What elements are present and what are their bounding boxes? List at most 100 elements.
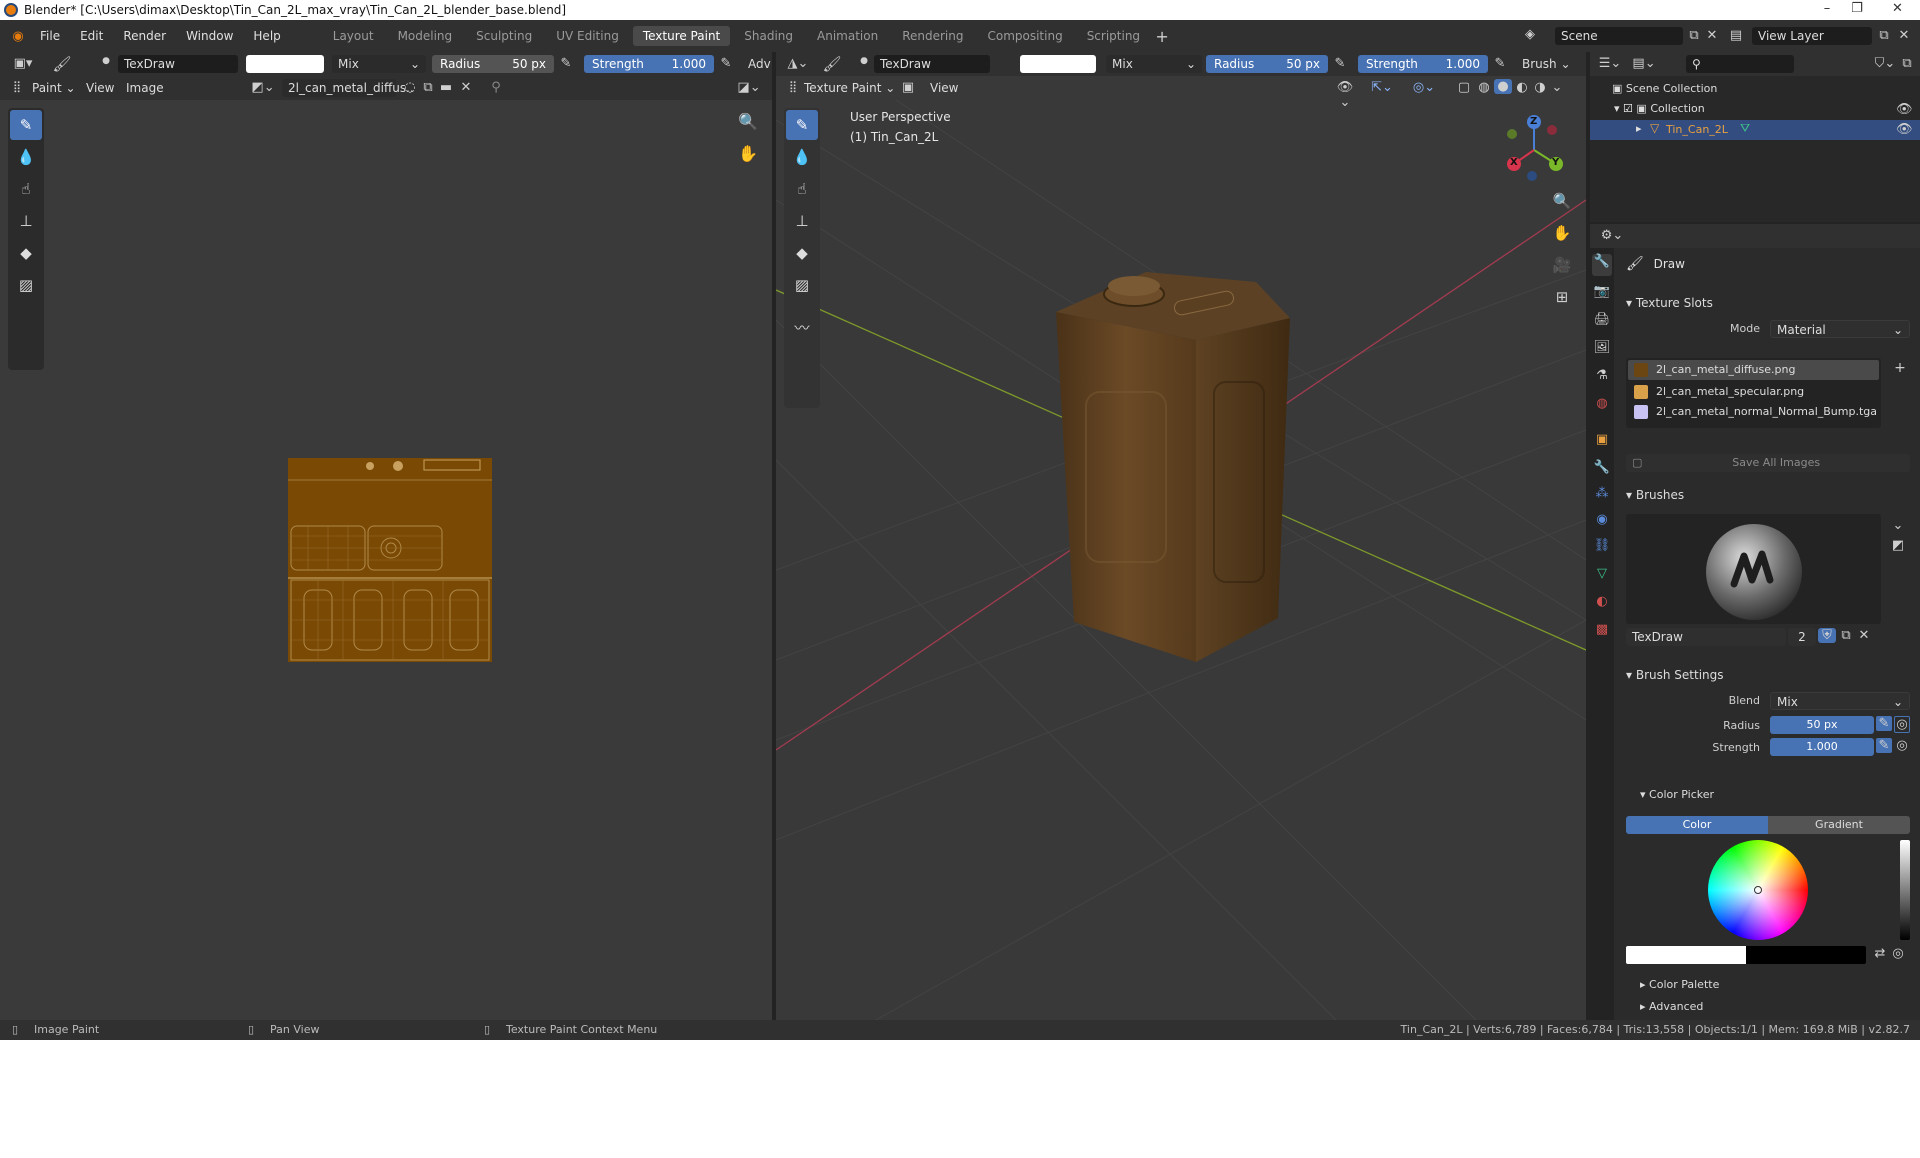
delete-scene-icon[interactable]: ✕ (1704, 28, 1720, 43)
eye-icon[interactable]: 👁 (1896, 122, 1913, 137)
minimize-icon[interactable]: – (1812, 0, 1842, 20)
physics-tab-icon[interactable]: ◉ (1592, 512, 1612, 527)
tab-uv-editing[interactable]: UV Editing (546, 26, 629, 46)
soften-tool-button[interactable]: 💧 (10, 142, 42, 172)
pin-icon[interactable]: ⚲ (488, 80, 504, 95)
color-picker-header[interactable]: ▾ Color Picker (1640, 788, 1714, 801)
clone-tool-button[interactable]: ⊥ (10, 206, 42, 236)
render-tab-icon[interactable]: 📷 (1592, 284, 1612, 299)
blend-dropdown[interactable]: Mix ⌄ (332, 55, 426, 73)
delete-view-layer-icon[interactable]: ✕ (1896, 28, 1912, 43)
color-palette-header[interactable]: ▸ Color Palette (1640, 978, 1719, 991)
open-image-icon[interactable]: ▬ (438, 80, 454, 95)
mesh-data-tab-icon[interactable]: ▽ (1592, 566, 1612, 581)
duplicate-brush-icon[interactable]: ⧉ (1838, 628, 1854, 643)
advanced-header[interactable]: ▸ Advanced (1640, 1000, 1703, 1013)
blender-menu-icon[interactable]: ◉ (6, 29, 30, 44)
pan-hand-icon[interactable]: ✋ (736, 144, 760, 163)
tab-shading[interactable]: Shading (734, 26, 803, 46)
expand-arrow-icon[interactable]: ▾ (1614, 102, 1620, 115)
strength-slider[interactable]: 1.000 (1770, 738, 1874, 756)
paint-mode-dropdown[interactable]: Paint ⌄ (32, 81, 76, 95)
new-scene-icon[interactable]: ⧉ (1686, 28, 1702, 43)
tab-compositing[interactable]: Compositing (977, 26, 1072, 46)
scene-field[interactable]: Scene (1555, 27, 1683, 45)
outliner-row-collection[interactable]: ▾ ☑ ▣ Collection (1614, 102, 1705, 115)
soften-tool-button[interactable]: 💧 (786, 142, 818, 172)
editor-type-icon[interactable]: ▣▾ (10, 56, 36, 71)
new-view-layer-icon[interactable]: ⧉ (1876, 28, 1892, 43)
eyedropper-icon[interactable]: ◎ (1890, 946, 1906, 961)
brush-icon[interactable]: 🖌 (822, 55, 842, 73)
material-tab-icon[interactable]: ◐ (1592, 594, 1612, 609)
texture-slots-header[interactable]: ▾ Texture Slots (1626, 296, 1713, 310)
menu-edit[interactable]: Edit (70, 29, 113, 43)
tab-modeling[interactable]: Modeling (388, 26, 463, 46)
pressure-strength-icon[interactable]: ✎ (1876, 738, 1892, 753)
view-layer-field[interactable]: View Layer (1752, 27, 1872, 45)
filter-icon[interactable]: ⛉⌄ (1872, 56, 1898, 71)
eye-icon[interactable]: 👁 (1896, 102, 1913, 117)
color-wheel[interactable] (1708, 840, 1808, 940)
overlays-icon[interactable]: ◎⌄ (1408, 80, 1440, 95)
brush-menu[interactable]: Brush ⌄ (1522, 57, 1571, 71)
tab-layout[interactable]: Layout (323, 26, 384, 46)
new-image-icon[interactable]: ⧉ (420, 80, 436, 95)
mask-tool-button[interactable]: ▨ (786, 270, 818, 300)
clone-tool-button[interactable]: ⊥ (786, 206, 818, 236)
editor-type-properties-icon[interactable]: ⚙⌄ (1598, 228, 1626, 243)
brush-icon[interactable]: 🖌 (52, 55, 72, 73)
image-name-field[interactable]: 2l_can_metal_diffus.. (282, 79, 414, 97)
list-item[interactable]: 2l_can_metal_diffuse.png (1628, 360, 1879, 380)
texture-image[interactable] (288, 458, 492, 662)
pressure-strength-icon[interactable]: ✎ (1492, 56, 1508, 71)
editor-type-3d-icon[interactable]: ◮⌄ (784, 56, 812, 71)
grid-perspective-icon[interactable]: ⊞ (1550, 288, 1574, 306)
draw-tool-button[interactable]: ✎ (786, 110, 818, 140)
material-shading-icon[interactable]: ◐ (1514, 80, 1530, 95)
strength-slider[interactable]: Strength 1.000 (584, 55, 714, 73)
checkbox-icon[interactable]: ☑ (1623, 102, 1633, 115)
xray-icon[interactable]: ▢ (1456, 80, 1472, 95)
view-menu[interactable]: View (86, 81, 114, 95)
outliner-search-input[interactable]: ⚲ (1686, 55, 1794, 73)
3d-viewport[interactable]: ◮⌄ 🖌 ● TexDraw Mix ⌄ Radius 50 px ✎ Stre… (776, 52, 1586, 1020)
tab-sculpting[interactable]: Sculpting (466, 26, 542, 46)
tool-tab-icon[interactable]: 🔧 (1592, 254, 1612, 276)
list-item[interactable]: 2l_can_metal_specular.png (1628, 382, 1879, 402)
mask-tool-button[interactable]: ▨ (10, 270, 42, 300)
smear-tool-button[interactable]: ☝ (10, 174, 42, 204)
blend-dropdown[interactable]: Mix ⌄ (1106, 55, 1202, 73)
brush-name-field[interactable]: TexDraw (118, 55, 238, 73)
radius-slider[interactable]: 50 px (1770, 716, 1874, 734)
rendered-shading-icon[interactable]: ◑ (1532, 80, 1548, 95)
value-slider[interactable] (1900, 840, 1910, 940)
mode-dropdown[interactable]: Material ⌄ (1770, 320, 1910, 338)
world-tab-icon[interactable]: ◍ (1592, 396, 1612, 411)
tab-scripting[interactable]: Scripting (1077, 26, 1150, 46)
scene-tab-icon[interactable]: ⚗ (1592, 368, 1612, 383)
view-layer-tab-icon[interactable]: 🖼 (1592, 340, 1612, 355)
pan-hand-icon[interactable]: ✋ (1550, 224, 1574, 242)
visibility-icon[interactable]: 👁⌄ (1332, 80, 1358, 110)
unified-radius-icon[interactable]: ◎ (1894, 716, 1910, 733)
menu-help[interactable]: Help (243, 29, 290, 43)
fill-tool-button[interactable]: ◆ (786, 238, 818, 268)
object-tab-icon[interactable]: ▣ (1592, 432, 1612, 447)
brush-image-icon[interactable]: ◩ (1890, 538, 1906, 553)
mode-dropdown[interactable]: Texture Paint ⌄ (804, 81, 895, 95)
tab-rendering[interactable]: Rendering (892, 26, 973, 46)
close-icon[interactable]: ✕ (1875, 0, 1920, 20)
advanced-menu[interactable]: Adv (748, 57, 771, 71)
zoom-icon[interactable]: 🔍 (1550, 192, 1574, 210)
new-collection-icon[interactable]: ⧉ (1898, 56, 1916, 71)
view-layer-icon[interactable]: ▤ (1726, 28, 1746, 43)
zoom-icon[interactable]: 🔍 (736, 112, 760, 131)
pressure-radius-icon[interactable]: ✎ (1332, 56, 1348, 71)
smear-tool-button[interactable]: ☝ (786, 174, 818, 204)
add-slot-icon[interactable]: + (1892, 360, 1908, 376)
color-wheel-cursor[interactable] (1754, 886, 1762, 894)
wireframe-shading-icon[interactable]: ◍ (1476, 80, 1492, 95)
constraints-tab-icon[interactable]: ⛓ (1592, 538, 1612, 553)
brush-name-field[interactable]: TexDraw (874, 55, 990, 73)
